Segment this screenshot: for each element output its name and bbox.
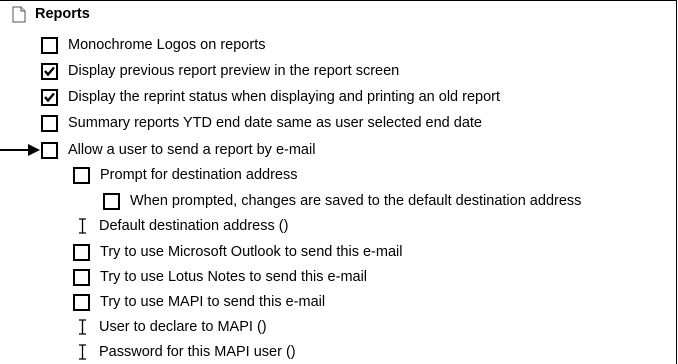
option-label: Display the reprint status when displayi… [68, 89, 501, 105]
checkbox[interactable] [73, 293, 90, 311]
checkbox[interactable] [103, 192, 120, 210]
option-label: Monochrome Logos on reports [68, 37, 266, 53]
option-use-outlook[interactable]: Try to use Microsoft Outlook to send thi… [73, 240, 402, 264]
document-icon [12, 6, 26, 22]
option-allow-send-email[interactable]: Allow a user to send a report by e-mail [41, 138, 315, 162]
option-prompt-destination[interactable]: Prompt for destination address [73, 163, 297, 187]
checkbox[interactable] [73, 243, 90, 261]
field-label: User to declare to MAPI () [99, 319, 267, 335]
text-field-icon [79, 344, 86, 360]
option-save-changes-default[interactable]: When prompted, changes are saved to the … [103, 189, 581, 213]
field-default-destination-address[interactable]: Default destination address () [76, 214, 288, 238]
option-label: Display previous report preview in the r… [68, 63, 400, 79]
option-use-lotus-notes[interactable]: Try to use Lotus Notes to send this e-ma… [73, 265, 367, 289]
reports-section-title: Reports [35, 6, 90, 22]
option-label: Try to use MAPI to send this e-mail [100, 294, 326, 310]
field-mapi-password[interactable]: Password for this MAPI user () [76, 340, 296, 364]
option-label: Prompt for destination address [100, 167, 298, 183]
option-use-mapi[interactable]: Try to use MAPI to send this e-mail [73, 290, 325, 314]
option-label: Try to use Lotus Notes to send this e-ma… [100, 269, 368, 285]
checkbox[interactable] [41, 141, 58, 159]
checkbox-checked[interactable] [41, 88, 58, 106]
text-field-icon [79, 319, 86, 335]
checkmark-icon [44, 92, 55, 102]
checkbox[interactable] [73, 166, 90, 184]
option-label: Allow a user to send a report by e-mail [68, 142, 316, 158]
field-label: Password for this MAPI user () [99, 344, 296, 360]
checkmark-icon [44, 66, 55, 76]
checkbox[interactable] [73, 268, 90, 286]
checkbox-checked[interactable] [41, 62, 58, 80]
option-label: When prompted, changes are saved to the … [130, 193, 582, 209]
checkbox[interactable] [41, 36, 58, 54]
option-label: Summary reports YTD end date same as use… [68, 115, 483, 131]
option-display-reprint-status[interactable]: Display the reprint status when displayi… [41, 85, 500, 109]
field-mapi-user[interactable]: User to declare to MAPI () [76, 315, 267, 339]
checkbox[interactable] [41, 114, 58, 132]
reports-section-header[interactable]: Reports [12, 2, 90, 26]
pointer-arrow-icon [0, 144, 40, 156]
text-field-icon [79, 218, 86, 234]
option-display-previous-preview[interactable]: Display previous report preview in the r… [41, 59, 399, 83]
option-summary-ytd-end-date[interactable]: Summary reports YTD end date same as use… [41, 111, 482, 135]
option-monochrome-logos[interactable]: Monochrome Logos on reports [41, 33, 265, 57]
field-label: Default destination address () [99, 218, 289, 234]
option-label: Try to use Microsoft Outlook to send thi… [100, 244, 403, 260]
